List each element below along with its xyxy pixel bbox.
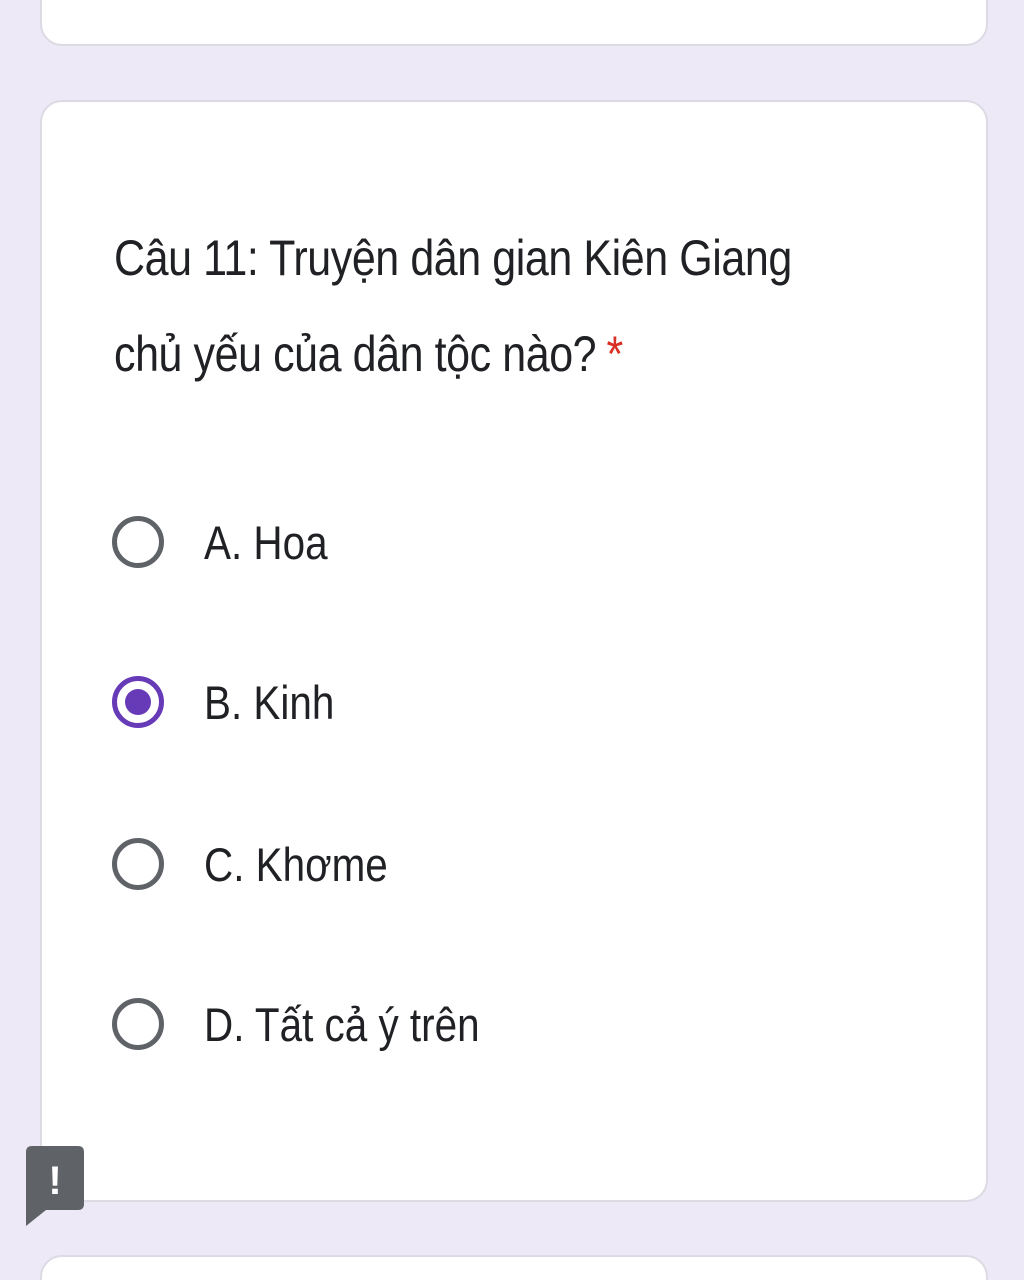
radio-button-d[interactable] — [112, 998, 164, 1050]
feedback-glyph: ! — [48, 1159, 61, 1203]
option-label: A. Hoa — [204, 515, 328, 569]
question-title: Câu 11: Truyện dân gian Kiên Giang chủ y… — [114, 210, 802, 402]
question-text: Câu 11: Truyện dân gian Kiên Giang chủ y… — [114, 230, 792, 382]
option-label: D. Tất cả ý trên — [204, 997, 480, 1051]
radio-button-c[interactable] — [112, 838, 164, 890]
radio-button-b-selected[interactable] — [112, 676, 164, 728]
required-asterisk: * — [606, 326, 623, 382]
previous-question-card — [40, 0, 988, 46]
option-a[interactable]: A. Hoa — [112, 500, 812, 584]
radio-button-a[interactable] — [112, 516, 164, 568]
option-d[interactable]: D. Tất cả ý trên — [112, 982, 812, 1066]
option-b[interactable]: B. Kinh — [112, 660, 812, 744]
option-label: B. Kinh — [204, 675, 335, 729]
report-feedback-icon[interactable]: ! — [26, 1146, 84, 1226]
option-label: C. Khơme — [204, 837, 388, 891]
option-c[interactable]: C. Khơme — [112, 822, 812, 906]
next-question-card — [40, 1255, 988, 1280]
question-card: Câu 11: Truyện dân gian Kiên Giang chủ y… — [40, 100, 988, 1202]
form-page: Câu 11: Truyện dân gian Kiên Giang chủ y… — [0, 0, 1024, 1280]
